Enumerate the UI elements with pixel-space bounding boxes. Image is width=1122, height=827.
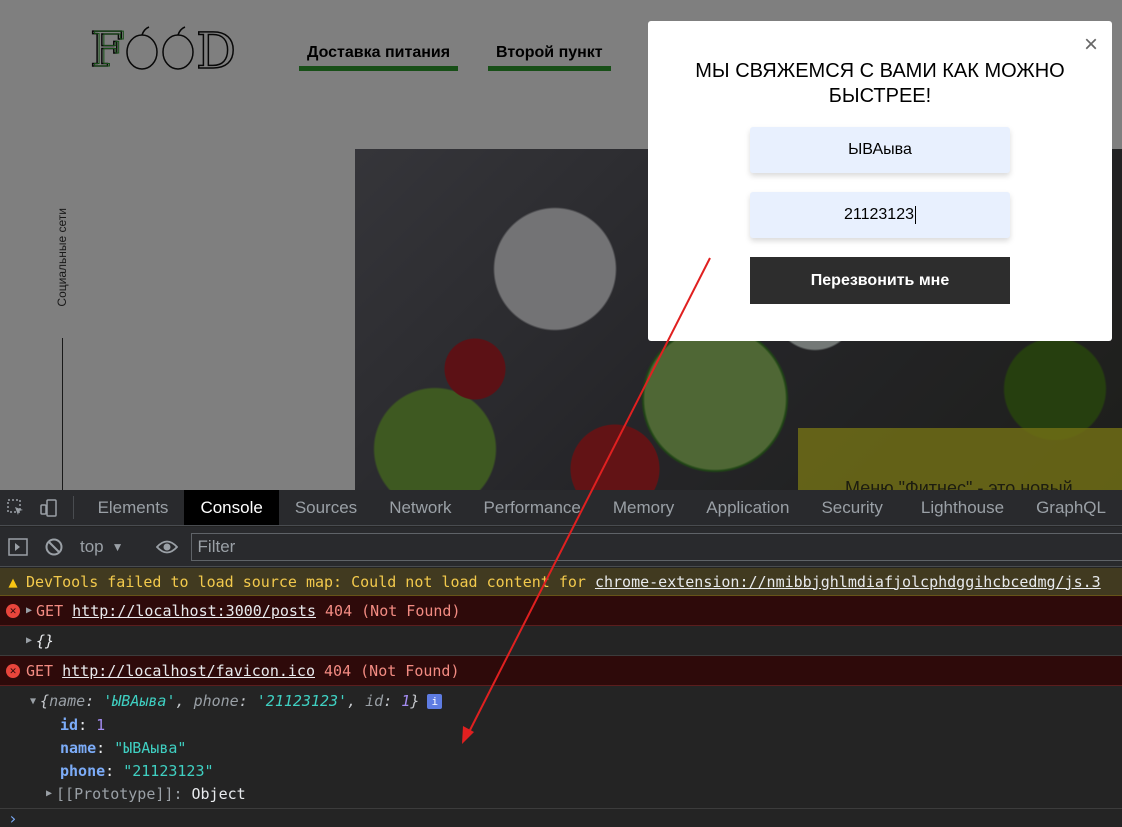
empty-object: {} (36, 631, 55, 650)
console-warning: ▲ DevTools failed to load source map: Co… (0, 568, 1122, 596)
context-value: top (80, 536, 104, 556)
chevron-down-icon: ▼ (111, 539, 124, 554)
error-url[interactable]: http://localhost:3000/posts (72, 602, 316, 620)
console-toolbar: top ▼ Filter (0, 527, 1122, 567)
property-row: id: 1 (60, 715, 106, 734)
device-toolbar-icon[interactable] (32, 490, 64, 525)
console-log-object: ▼ {name: 'ЫВАыва', phone: '21123123', id… (0, 686, 1122, 805)
filter-input[interactable]: Filter (190, 532, 1122, 561)
callback-button[interactable]: Перезвонить мне (750, 257, 1010, 304)
warning-link[interactable]: chrome-extension://nmibbjghlmdiafjolcphd… (595, 573, 1101, 591)
error-status: 404 (Not Found) (325, 601, 461, 620)
prototype-row[interactable]: ▶ [[Prototype]]: Object (0, 782, 1122, 805)
error-method: GET (36, 601, 64, 620)
tab-performance[interactable]: Performance (468, 490, 597, 525)
expand-triangle-icon[interactable]: ▶ (46, 788, 52, 799)
expand-triangle-icon[interactable]: ▶ (26, 605, 32, 616)
error-icon: ✕ (6, 603, 20, 618)
error-method: GET (26, 661, 54, 680)
tab-application[interactable]: Application (690, 490, 805, 525)
warning-icon: ▲ (8, 572, 18, 591)
console-error: ✕ ▶ GET http://localhost:3000/posts 404 … (0, 596, 1122, 626)
context-selector[interactable]: top ▼ (72, 537, 132, 557)
tab-graphql[interactable]: GraphQL (1020, 490, 1122, 525)
tab-memory[interactable]: Memory (597, 490, 690, 525)
console-log-empty-object[interactable]: ▶ {} (0, 626, 1122, 656)
live-expression-eye-icon[interactable] (149, 539, 185, 555)
tab-console[interactable]: Console (184, 490, 279, 525)
property-row: phone: "21123123" (60, 761, 214, 780)
close-icon[interactable]: × (1084, 33, 1098, 57)
filter-placeholder: Filter (197, 536, 236, 556)
collapse-triangle-icon[interactable]: ▼ (30, 696, 36, 707)
devtools-tabbar: Elements Console Sources Network Perform… (0, 490, 1122, 526)
name-input-value: ЫВАыва (848, 141, 912, 158)
object-summary[interactable]: ▼ {name: 'ЫВАыва', phone: '21123123', id… (0, 689, 1122, 713)
website-viewport: F F D Доставка питания Второй пункт Соци… (0, 0, 1122, 490)
console-output: ▲ DevTools failed to load source map: Co… (0, 568, 1122, 805)
tab-elements[interactable]: Elements (82, 490, 185, 525)
property-row: name: "ЫВАыва" (60, 738, 187, 757)
warning-text: DevTools failed to load source map: Coul… (26, 572, 595, 591)
text-caret (915, 206, 916, 224)
tabbar-separator (72, 496, 74, 519)
tab-network[interactable]: Network (373, 490, 467, 525)
callback-modal: × МЫ СВЯЖЕМСЯ С ВАМИ КАК МОЖНО БЫСТРЕЕ! … (648, 21, 1112, 341)
sidebar-toggle-icon[interactable] (0, 537, 36, 556)
error-icon: ✕ (6, 663, 20, 678)
phone-input-value: 21123123 (844, 206, 914, 223)
error-url[interactable]: http://localhost/favicon.ico (62, 662, 315, 680)
name-input[interactable]: ЫВАыва (750, 127, 1010, 173)
console-prompt[interactable]: › (0, 808, 1122, 827)
devtools-panel: Elements Console Sources Network Perform… (0, 490, 1122, 827)
tab-security[interactable]: Security (805, 490, 898, 525)
tab-lighthouse[interactable]: Lighthouse (899, 490, 1020, 525)
inspect-element-icon[interactable] (0, 490, 32, 525)
phone-input[interactable]: 21123123 (750, 192, 1010, 238)
tab-sources[interactable]: Sources (279, 490, 373, 525)
console-error: ✕ GET http://localhost/favicon.ico 404 (… (0, 656, 1122, 686)
modal-title: МЫ СВЯЖЕМСЯ С ВАМИ КАК МОЖНО БЫСТРЕЕ! (695, 60, 1065, 107)
error-status: 404 (Not Found) (324, 661, 460, 680)
info-icon[interactable]: i (427, 693, 443, 709)
prompt-chevron-icon: › (8, 808, 18, 827)
expand-triangle-icon[interactable]: ▶ (26, 635, 32, 646)
clear-console-icon[interactable] (36, 537, 72, 557)
